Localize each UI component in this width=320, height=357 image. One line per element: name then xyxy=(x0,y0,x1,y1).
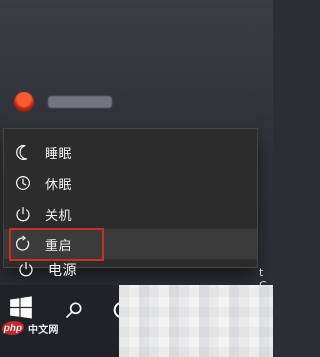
power-options-menu: 睡眠 休眠 关机 重启 xyxy=(3,128,258,268)
moon-icon xyxy=(16,145,28,161)
power-button[interactable]: 电源 xyxy=(0,253,273,285)
menu-item-label: 关机 xyxy=(45,208,73,224)
menu-item-label: 休眠 xyxy=(45,177,73,193)
clock-icon xyxy=(16,176,30,190)
avatar[interactable] xyxy=(14,92,34,112)
user-name-redacted xyxy=(48,96,112,108)
watermark-text: 中文网 xyxy=(28,324,59,336)
site-watermark: php 中文网 xyxy=(0,318,92,338)
menu-item-sleep[interactable]: 睡眠 xyxy=(4,137,257,167)
menu-item-shutdown[interactable]: 关机 xyxy=(4,199,257,229)
user-account[interactable] xyxy=(14,92,124,112)
power-label: 电源 xyxy=(48,263,77,279)
php-logo: php xyxy=(0,321,26,335)
blurred-taskbar-region xyxy=(119,285,273,357)
menu-item-hibernate[interactable]: 休眠 xyxy=(4,168,257,198)
power-icon xyxy=(19,262,33,277)
search-icon[interactable] xyxy=(64,300,84,320)
power-icon xyxy=(16,207,30,222)
menu-item-label: 睡眠 xyxy=(45,146,73,162)
